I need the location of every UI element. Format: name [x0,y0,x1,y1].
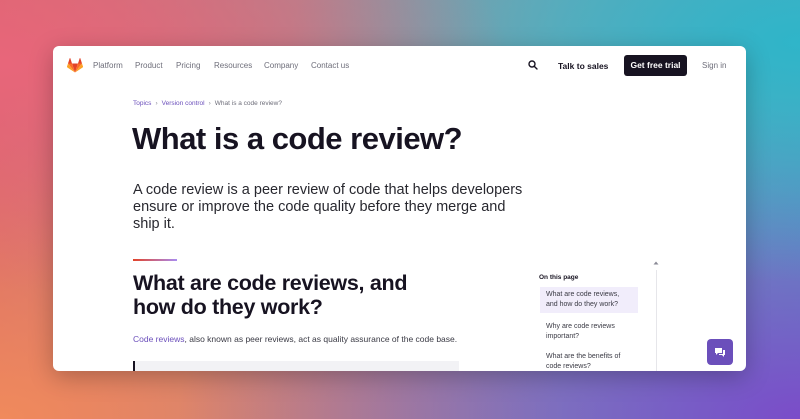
breadcrumb-topics[interactable]: Topics [133,100,151,107]
nav-resources[interactable]: Resources [214,61,252,70]
nav-company[interactable]: Company [264,61,298,70]
gitlab-logo-icon[interactable] [67,58,83,73]
code-reviews-link[interactable]: Code reviews [133,334,185,344]
quote-block [133,361,459,371]
toc-item-why-important[interactable]: Why are code reviews important? [540,319,638,345]
body-paragraph-text: , also known as peer reviews, act as qua… [184,334,458,344]
sign-in-link[interactable]: Sign in [702,61,726,70]
chat-icon [715,348,725,357]
toc-item-what-are-code-reviews[interactable]: What are code reviews, and how do they w… [540,287,638,313]
toc-heading: On this page [539,274,579,281]
chat-button[interactable] [707,339,733,365]
section-title: What are code reviews, and how do they w… [133,271,408,319]
get-free-trial-button[interactable]: Get free trial [624,55,687,76]
breadcrumb-current: What is a code review? [214,100,282,107]
top-nav: Platform Product Pricing Resources Compa… [53,46,746,86]
body-paragraph: Code reviews, also known as peer reviews… [133,334,457,344]
breadcrumb: Topics › Version control › What is a code re… [133,100,282,107]
breadcrumb-version-control[interactable]: Version control [162,100,205,107]
browser-window: Platform Product Pricing Resources Compa… [53,46,746,371]
chevron-up-icon[interactable] [653,260,659,266]
breadcrumb-separator: › [155,100,158,107]
intro-paragraph: A code review is a peer review of code t… [133,182,523,232]
nav-platform[interactable]: Platform [93,61,123,70]
page-title: What is a code review? [132,121,463,156]
search-icon[interactable] [528,60,538,70]
nav-product[interactable]: Product [135,61,163,70]
nav-contact-us[interactable]: Contact us [311,61,349,70]
talk-to-sales-link[interactable]: Talk to sales [558,61,608,71]
breadcrumb-separator: › [208,100,211,107]
nav-pricing[interactable]: Pricing [176,61,200,70]
toc-item-benefits[interactable]: What are the benefits of code reviews? [540,349,638,371]
toc-scrollbar[interactable] [656,270,657,371]
section-divider [133,259,177,261]
